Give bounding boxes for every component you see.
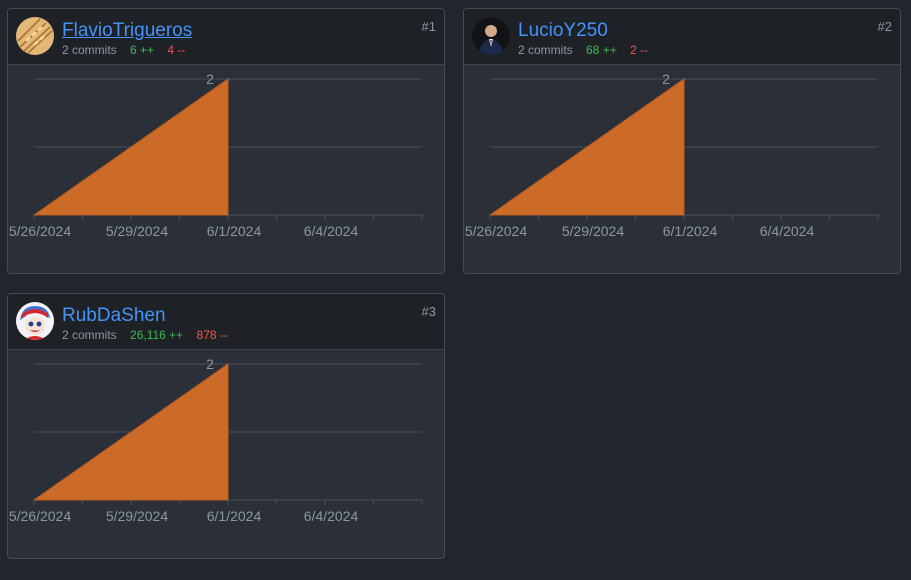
x-tick-label: 5/26/2024 <box>465 223 527 239</box>
contribution-stats: 2 commits 6 ++ 4 -- <box>62 43 185 57</box>
x-tick-label: 6/4/2024 <box>760 223 815 239</box>
card-header: FlavioTrigueros 2 commits 6 ++ 4 -- #1 <box>8 9 444 65</box>
cartoon-avatar-icon[interactable] <box>16 302 54 340</box>
contribution-chart: 2 5/26/2024 5/29/2024 6/1/2024 6/4/2024 <box>465 71 879 239</box>
contribution-stats: 2 commits 26,116 ++ 878 -- <box>62 328 228 342</box>
x-tick-label: 5/29/2024 <box>106 508 168 524</box>
x-tick-label: 5/29/2024 <box>562 223 624 239</box>
wheat-avatar-icon[interactable] <box>16 17 54 55</box>
x-tick-label: 6/1/2024 <box>207 223 262 239</box>
contribution-chart: 2 5/26/2024 5/29/2024 6/1/2024 6/4/2024 <box>9 356 423 524</box>
username-link[interactable]: RubDaShen <box>62 305 166 327</box>
contributor-card: LucioY250 2 commits 68 ++ 2 -- #2 2 5/26/… <box>463 8 901 274</box>
deletions-count: 2 -- <box>630 43 649 57</box>
x-tick-label: 5/29/2024 <box>106 223 168 239</box>
username-link[interactable]: LucioY250 <box>518 20 608 42</box>
y-tick-label: 2 <box>206 356 214 372</box>
rank-badge: #1 <box>421 19 436 34</box>
person-avatar-icon[interactable] <box>472 17 510 55</box>
card-header: LucioY250 2 commits 68 ++ 2 -- #2 <box>464 9 900 65</box>
x-tick-label: 6/1/2024 <box>207 508 262 524</box>
x-tick-label: 6/1/2024 <box>663 223 718 239</box>
deletions-count: 4 -- <box>167 43 186 57</box>
commit-count: 2 commits <box>62 43 117 57</box>
rank-badge: #3 <box>421 304 436 319</box>
contribution-chart: 2 5/26/2024 5/29/2024 6/1/2024 6/4/2024 <box>9 71 423 239</box>
username-link[interactable]: FlavioTrigueros <box>62 20 192 42</box>
y-tick-label: 2 <box>662 71 670 87</box>
x-tick-label: 6/4/2024 <box>304 508 359 524</box>
contributor-card: RubDaShen 2 commits 26,116 ++ 878 -- #3 … <box>7 293 445 559</box>
commit-count: 2 commits <box>518 43 573 57</box>
x-tick-label: 5/26/2024 <box>9 508 71 524</box>
additions-count: 26,116 ++ <box>130 328 184 342</box>
contributor-card: FlavioTrigueros 2 commits 6 ++ 4 -- #1 2… <box>7 8 445 274</box>
deletions-count: 878 -- <box>196 328 228 342</box>
additions-count: 6 ++ <box>130 43 155 57</box>
rank-badge: #2 <box>877 19 892 34</box>
x-tick-label: 5/26/2024 <box>9 223 71 239</box>
additions-count: 68 ++ <box>586 43 617 57</box>
card-header: RubDaShen 2 commits 26,116 ++ 878 -- #3 <box>8 294 444 350</box>
commit-count: 2 commits <box>62 328 117 342</box>
x-tick-label: 6/4/2024 <box>304 223 359 239</box>
contribution-stats: 2 commits 68 ++ 2 -- <box>518 43 648 57</box>
y-tick-label: 2 <box>206 71 214 87</box>
